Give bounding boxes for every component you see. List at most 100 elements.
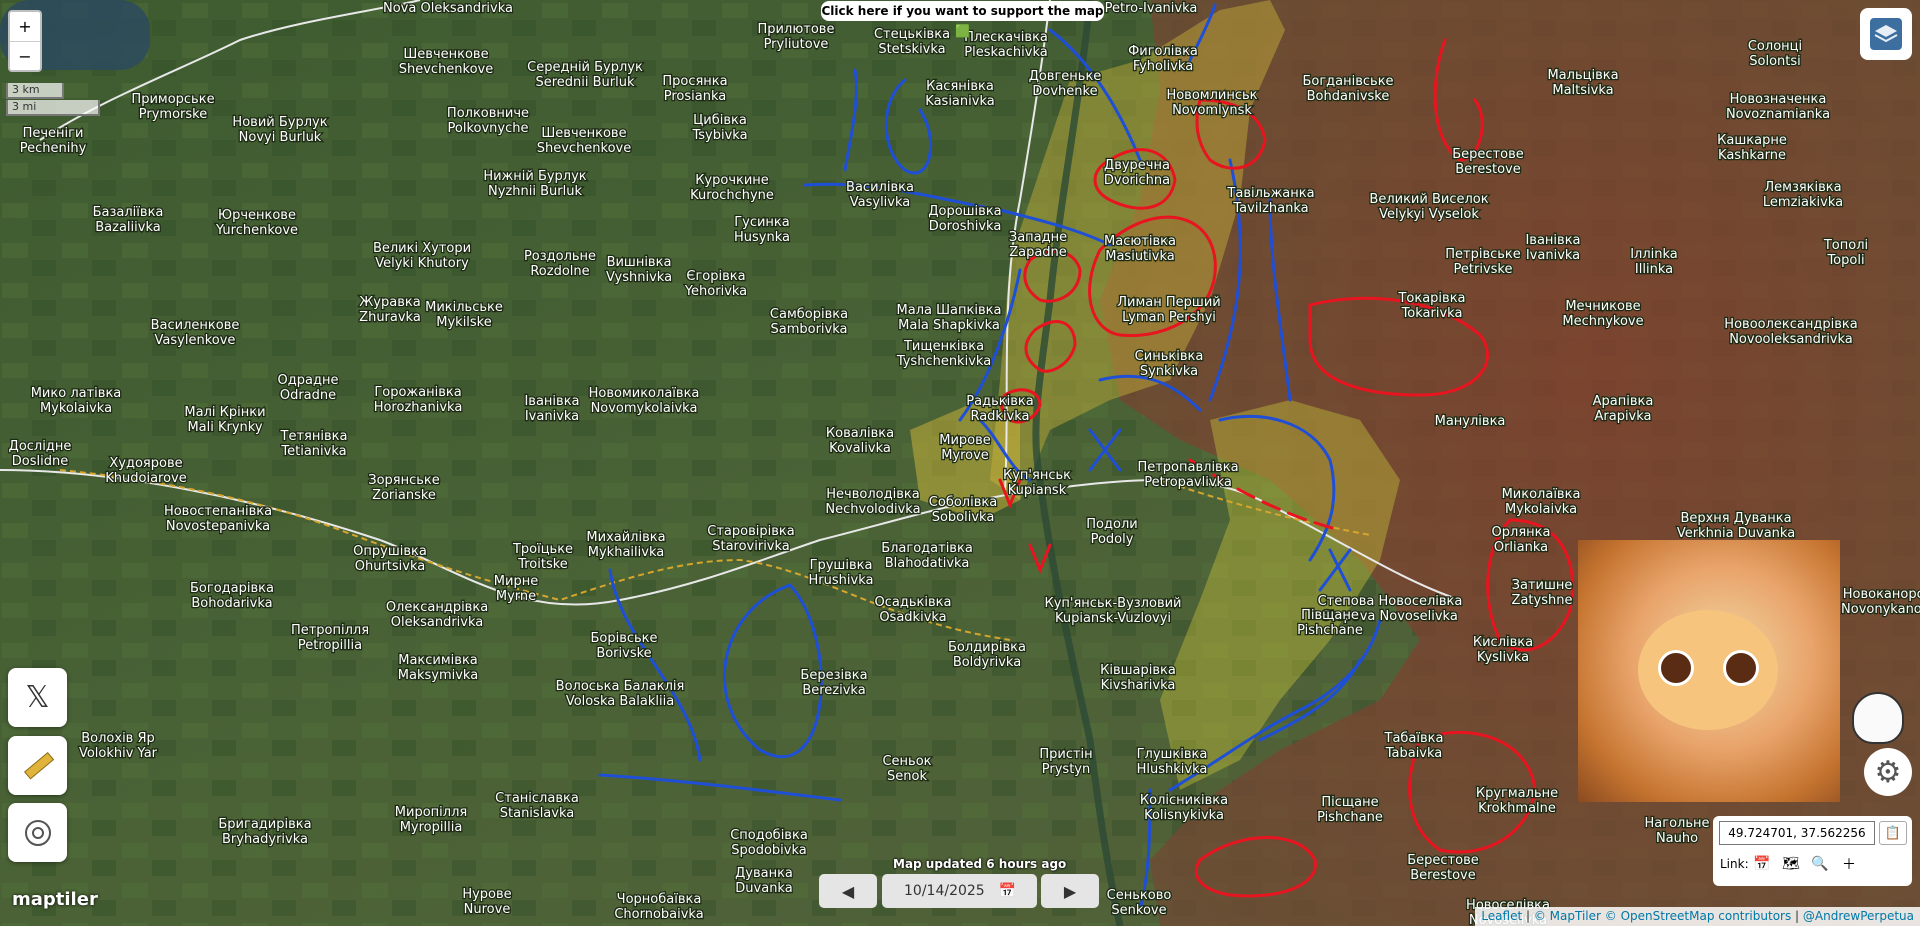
place-label: Куп'янськ-Вузловий [1044,596,1181,611]
promo-cat-image[interactable] [1578,540,1840,802]
place-label: Петропавлівка [1137,460,1238,475]
place-label: Степова Новоселівка [1318,594,1463,609]
previous-date-button[interactable]: ◀ [819,874,877,908]
place-label: Пісщане [1321,795,1378,810]
plus-icon: ＋ [1842,857,1856,873]
osm-link[interactable]: © OpenStreetMap contributors [1605,909,1791,923]
map-link-button[interactable]: 🗺 [1778,852,1804,876]
place-label-latin: Kolisnykivka [1144,808,1224,823]
place-label-latin: Berestove [1410,868,1476,883]
add-link-button[interactable]: ＋ [1836,852,1862,876]
maptiler-logo[interactable]: maptiler [12,889,98,910]
place-label-latin: Chornobaivka [614,907,703,922]
place-label: Лиман Перший [1117,295,1220,310]
place-label-latin: Radkivka [970,409,1029,424]
date-input[interactable]: 10/14/2025 📅 [882,874,1037,908]
place-label: Півщане [1301,608,1359,623]
maptiler-link[interactable]: © MapTiler [1534,909,1601,923]
calendar-link-button[interactable]: 📅 [1749,852,1775,876]
place-label-latin: Kyslivka [1477,650,1529,665]
place-label: Затишне [1512,578,1573,593]
place-label-latin: Kashkarne [1718,148,1786,163]
place-label-latin: Pechenihy [20,141,87,156]
place-label: Табаївка [1384,731,1444,746]
settings-button[interactable]: ⚙ [1864,748,1912,796]
place-label-latin: Shevchenkove [399,62,494,77]
place-label-latin: Boldyrivka [953,655,1021,670]
place-label: Солонці [1748,39,1802,54]
place-label-latin: Novostepanivka [166,519,270,534]
magnifier-icon: 🔍 [1811,856,1829,872]
place-label-latin: Bazaliivka [95,220,160,235]
place-label-latin: Vasylivka [850,195,911,210]
place-label: Чорнобаївка [617,892,702,907]
place-label-latin: Troitske [517,557,568,572]
place-label: Новостепанівка [164,504,272,519]
place-label: Кругмальне [1476,786,1558,801]
place-label-latin: Fyholivka [1133,59,1193,74]
place-label: Колісниківка [1140,793,1228,808]
place-label-latin: Oleksandrivka [391,615,484,630]
place-label: Тавільжанка [1226,186,1314,201]
place-label: Олександрівка [386,600,488,615]
coordinates-field[interactable] [1719,821,1875,845]
place-label-latin: Mykolaivka [40,401,112,416]
x-button[interactable]: 𝕏 [8,668,67,727]
zoom-out-button[interactable]: − [10,42,40,71]
place-label-latin: Nechvolodivka [825,502,920,517]
place-label: Кислівка [1473,635,1533,650]
author-link[interactable]: @AndrewPerpetua [1803,909,1914,923]
place-label: Полковниче [447,106,529,121]
zoom-in-button[interactable]: + [10,12,40,42]
next-date-button[interactable]: ▶ [1041,874,1099,908]
place-label: Лемзяківка [1764,180,1841,195]
place-label-latin: Zhuravka [359,310,421,325]
place-label: Гусинка [734,215,790,230]
place-label-latin: Pleskachivka [964,45,1047,60]
place-label: Тополі [1823,238,1868,253]
leaflet-link[interactable]: Leaflet [1481,909,1522,923]
copy-coordinates-button[interactable]: 📋 [1879,821,1907,845]
place-label-latin: Mykhailivka [588,545,664,560]
place-label-latin: Novoznamianka [1726,107,1830,122]
place-label-latin: Myropillia [400,820,463,835]
place-label-latin: Blahodativka [885,556,970,571]
ruler-button[interactable] [8,736,67,795]
link-label: Link: [1720,857,1749,871]
place-label: Нурове [462,887,511,902]
location-icon [24,819,51,846]
layers-button[interactable] [1860,8,1912,60]
place-label-latin: Nyzhnii Burluk [488,184,582,199]
place-label: Волохів Яр [81,731,155,746]
place-label: Тищенківка [903,339,984,354]
place-label: Мечникове [1565,299,1640,314]
place-label: Базаліївка [93,205,164,220]
locate-button[interactable] [8,803,67,862]
place-label-latin: Samborivka [770,322,847,337]
place-label: Курочкине [695,173,769,188]
place-label: Сеньок [882,754,931,769]
place-label: Синьківка [1135,349,1204,364]
place-label-latin: Zorianske [372,488,436,503]
place-label-latin: Volokhiv Yar [79,746,158,761]
place-label: Журавка [359,295,420,310]
place-label-latin: Sobolivka [932,510,995,525]
place-label: Великі Хутори [373,241,471,256]
place-label-latin: Novomykolaivka [591,401,698,416]
place-label-latin: Petropillia [298,638,362,653]
place-label: Нагольне [1645,816,1710,831]
place-label: Микільське [425,300,503,315]
place-label: Шевченкове [541,126,626,141]
place-label: Западне [1009,230,1067,245]
place-label: Осадьківка [875,595,952,610]
place-label-latin: Kivsharivka [1101,678,1176,693]
place-label: Довгеньке [1029,69,1102,84]
place-label-latin: Serednii Burluk [535,75,635,90]
calendar-icon[interactable]: 📅 [999,883,1016,899]
support-banner[interactable]: Click here if you want to support the ma… [821,1,1104,38]
place-label: Петропілля [291,623,369,638]
place-label: Приморське [131,92,214,107]
place-label: Болдирівка [948,640,1026,655]
zoom-link-button[interactable]: 🔍 [1807,852,1833,876]
place-label-latin: Tyshchenkivka [896,354,991,369]
